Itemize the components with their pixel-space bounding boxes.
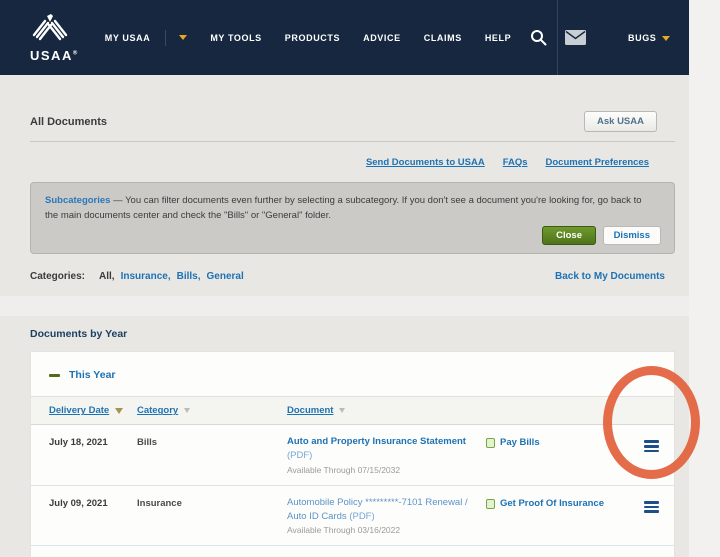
table-row: July 09, 2021 Insurance Automobile Polic… — [31, 486, 674, 547]
bugs-label: BUGS — [628, 33, 657, 43]
send-documents-link[interactable]: Send Documents to USAA — [366, 157, 485, 168]
nav-item-my-tools[interactable]: MY TOOLS — [210, 33, 261, 43]
page-title: All Documents — [30, 115, 108, 128]
category-sort-link[interactable]: Category — [137, 405, 178, 416]
document-sort-link[interactable]: Document — [287, 405, 333, 416]
available-through-text: Available Through 03/16/2022 — [287, 525, 401, 536]
table-row: July 08, 2021 Insurance AutoIDCard (PDF)… — [31, 546, 674, 557]
row-menu-icon[interactable] — [643, 496, 659, 515]
pdf-suffix: (PDF) — [349, 510, 375, 522]
pay-bills-action[interactable]: Pay Bills — [486, 435, 628, 449]
table-row: July 18, 2021 Bills Auto and Property In… — [31, 425, 674, 486]
nav-item-bugs[interactable]: BUGS — [628, 33, 671, 43]
cell-delivery-date: July 18, 2021 — [49, 437, 108, 449]
usaa-eagle-icon — [30, 13, 70, 47]
cell-category: Bills — [137, 437, 158, 449]
notice-text: Subcategories — You can filter documents… — [45, 193, 657, 223]
category-link-bills[interactable]: Bills, — [177, 271, 201, 282]
header-divider — [557, 0, 558, 75]
column-header-delivery-date[interactable]: Delivery Date — [49, 405, 137, 416]
search-icon[interactable] — [530, 29, 547, 51]
nav-item-help[interactable]: HELP — [485, 33, 511, 43]
back-to-my-documents-link[interactable]: Back to My Documents — [555, 271, 665, 282]
screen: USAA® MY USAA MY TOOLS PRODUCTS ADVICE C… — [0, 0, 720, 557]
row-menu-icon[interactable] — [643, 435, 659, 454]
documents-card: This Year Delivery Date Category Documen… — [30, 351, 675, 557]
available-through-text: Available Through 07/15/2032 — [287, 464, 401, 475]
proof-of-insurance-icon — [486, 498, 495, 509]
category-link-general[interactable]: General — [207, 271, 244, 282]
this-year-link[interactable]: This Year — [69, 369, 116, 381]
cell-delivery-date: July 09, 2021 — [49, 497, 108, 509]
primary-nav: MY USAA MY TOOLS PRODUCTS ADVICE CLAIMS … — [105, 29, 511, 46]
categories-list: Categories: All, Insurance, Bills, Gener… — [30, 271, 244, 282]
documents-by-year-title: Documents by Year — [30, 328, 128, 341]
nav-divider — [165, 29, 167, 46]
table-header-row: Delivery Date Category Document — [31, 396, 674, 426]
this-year-group-toggle[interactable]: This Year — [31, 352, 674, 396]
ask-usaa-button[interactable]: Ask USAA — [584, 111, 657, 132]
sort-icon — [339, 408, 346, 414]
document-links-row: Send Documents to USAA FAQs Document Pre… — [30, 157, 675, 168]
category-current-all: All, — [99, 271, 115, 283]
categories-label: Categories: — [30, 271, 86, 283]
sort-desc-icon — [115, 407, 124, 414]
title-row: All Documents Ask USAA — [30, 111, 675, 132]
get-proof-of-insurance-action[interactable]: Get Proof Of Insurance — [486, 496, 628, 510]
document-link[interactable]: Auto and Property Insurance Statement (P… — [287, 435, 472, 463]
column-header-category[interactable]: Category — [137, 405, 287, 416]
action-label: Get Proof Of Insurance — [500, 497, 604, 509]
close-button[interactable]: Close — [542, 226, 596, 246]
nav-item-advice[interactable]: ADVICE — [363, 33, 401, 43]
main-content: All Documents Ask USAA Send Documents to… — [0, 111, 689, 557]
action-label: Pay Bills — [500, 437, 540, 449]
title-divider — [30, 141, 675, 142]
chevron-down-icon — [662, 35, 671, 41]
chevron-down-icon[interactable] — [179, 35, 188, 40]
section-divider-band — [0, 296, 689, 317]
dismiss-button[interactable]: Dismiss — [602, 226, 661, 246]
cell-category: Insurance — [137, 497, 182, 509]
sort-icon — [184, 408, 191, 414]
top-navigation-bar: USAA® MY USAA MY TOOLS PRODUCTS ADVICE C… — [0, 0, 689, 75]
document-preferences-link[interactable]: Document Preferences — [546, 157, 649, 168]
nav-item-products[interactable]: PRODUCTS — [285, 33, 340, 43]
pay-bills-icon — [486, 438, 495, 449]
pdf-suffix: (PDF) — [287, 450, 313, 462]
category-link-insurance[interactable]: Insurance, — [121, 271, 171, 282]
mail-icon[interactable] — [565, 30, 586, 50]
usaa-logo[interactable]: USAA® — [30, 13, 79, 62]
nav-item-claims[interactable]: CLAIMS — [424, 33, 462, 43]
column-header-document[interactable]: Document — [287, 405, 486, 416]
subcategories-notice-box: Subcategories — You can filter documents… — [30, 182, 675, 255]
faqs-link[interactable]: FAQs — [503, 157, 528, 168]
delivery-date-sort-link[interactable]: Delivery Date — [49, 405, 109, 416]
document-link[interactable]: Automobile Policy *********-7101 Renewal… — [287, 496, 472, 524]
subcategories-link[interactable]: Subcategories — [45, 195, 110, 206]
usaa-documents-page: USAA® MY USAA MY TOOLS PRODUCTS ADVICE C… — [0, 0, 689, 557]
categories-row: Categories: All, Insurance, Bills, Gener… — [30, 271, 675, 282]
brand-text: USAA® — [30, 48, 79, 63]
nav-item-my-usaa[interactable]: MY USAA — [105, 33, 151, 43]
notice-body: — You can filter documents even further … — [45, 195, 642, 222]
collapse-minus-icon[interactable] — [49, 373, 60, 377]
